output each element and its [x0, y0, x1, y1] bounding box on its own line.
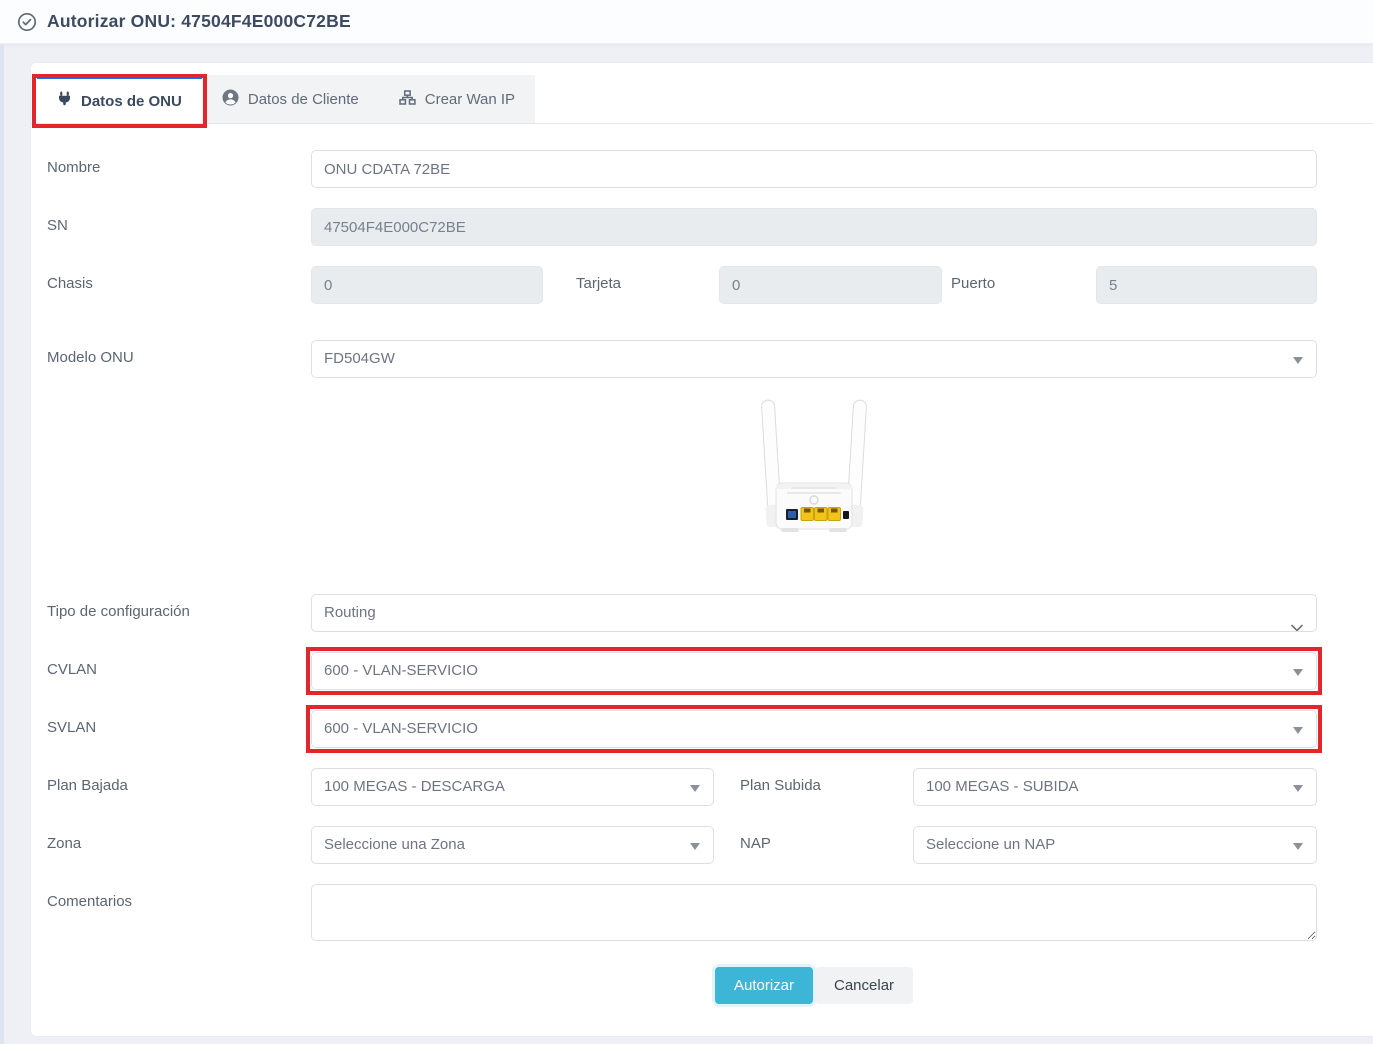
plan-bajada-label: Plan Bajada	[47, 768, 311, 794]
row-planes: Plan Bajada 100 MEGAS - DESCARGA Plan Su…	[47, 768, 1317, 806]
svlan-dropdown[interactable]: 600 - VLAN-SERVICIO	[311, 710, 1317, 748]
svlan-label: SVLAN	[47, 710, 311, 736]
tipo-configuracion-value: Routing	[324, 604, 376, 621]
sitemap-icon	[399, 90, 416, 109]
svlan-value: 600 - VLAN-SERVICIO	[324, 720, 478, 737]
caret-down-icon	[1293, 843, 1303, 850]
tab-label: Datos de Cliente	[248, 91, 359, 108]
cvlan-value: 600 - VLAN-SERVICIO	[324, 662, 478, 679]
sn-input	[311, 208, 1317, 246]
page-title: Autorizar ONU: 47504F4E000C72BE	[47, 11, 351, 32]
autorizar-button[interactable]: Autorizar	[715, 967, 813, 1004]
row-tipo-configuracion: Tipo de configuración Routing	[47, 594, 1317, 632]
cvlan-label: CVLAN	[47, 652, 311, 678]
plan-bajada-value: 100 MEGAS - DESCARGA	[324, 778, 505, 795]
puerto-input	[1096, 266, 1317, 304]
plan-subida-dropdown[interactable]: 100 MEGAS - SUBIDA	[913, 768, 1317, 806]
plan-subida-value: 100 MEGAS - SUBIDA	[926, 778, 1079, 795]
cvlan-dropdown[interactable]: 600 - VLAN-SERVICIO	[311, 652, 1317, 690]
plan-subida-label: Plan Subida	[714, 768, 913, 794]
person-circle-icon	[222, 89, 239, 110]
nombre-input[interactable]	[311, 150, 1317, 188]
nap-dropdown[interactable]: Seleccione un NAP	[913, 826, 1317, 864]
row-nombre: Nombre	[47, 150, 1317, 188]
nap-label: NAP	[714, 826, 913, 852]
plan-bajada-dropdown[interactable]: 100 MEGAS - DESCARGA	[311, 768, 714, 806]
row-sn: SN	[47, 208, 1317, 246]
tarjeta-input	[719, 266, 942, 304]
row-cvlan: CVLAN 600 - VLAN-SERVICIO	[47, 652, 1317, 690]
sn-label: SN	[47, 208, 311, 234]
zona-label: Zona	[47, 826, 311, 852]
nap-placeholder: Seleccione un NAP	[926, 836, 1055, 853]
onu-form: Nombre SN Chasis Tarjeta Puerto Modelo O…	[31, 124, 1373, 1004]
row-modelo: Modelo ONU FD504GW	[47, 340, 1317, 378]
row-zona-nap: Zona Seleccione una Zona NAP Seleccione …	[47, 826, 1317, 864]
tipo-configuracion-label: Tipo de configuración	[47, 594, 311, 620]
caret-down-icon	[690, 785, 700, 792]
tarjeta-label: Tarjeta	[543, 266, 719, 292]
tipo-configuracion-select[interactable]: Routing	[311, 594, 1317, 632]
form-actions: Autorizar Cancelar	[311, 967, 1317, 1004]
caret-down-icon	[690, 843, 700, 850]
zona-dropdown[interactable]: Seleccione una Zona	[311, 826, 714, 864]
comentarios-textarea[interactable]	[311, 884, 1317, 941]
row-svlan: SVLAN 600 - VLAN-SERVICIO	[47, 710, 1317, 748]
cancelar-button[interactable]: Cancelar	[815, 967, 913, 1004]
tab-label: Datos de ONU	[81, 93, 182, 110]
tab-crear-wan-ip[interactable]: Crear Wan IP	[379, 75, 535, 123]
row-chasis-tarjeta-puerto: Chasis Tarjeta Puerto	[47, 266, 1317, 304]
tab-bar: Datos de ONU Datos de Cliente Crear Wan …	[31, 63, 1373, 124]
authorize-onu-card: Datos de ONU Datos de Cliente Crear Wan …	[30, 62, 1373, 1037]
tab-label: Crear Wan IP	[425, 91, 515, 108]
chasis-label: Chasis	[47, 266, 311, 292]
caret-down-icon	[1293, 727, 1303, 734]
modelo-onu-label: Modelo ONU	[47, 340, 311, 366]
modelo-onu-value: FD504GW	[324, 350, 395, 367]
nombre-label: Nombre	[47, 150, 311, 176]
modelo-onu-dropdown[interactable]: FD504GW	[311, 340, 1317, 378]
tab-datos-de-cliente[interactable]: Datos de Cliente	[202, 75, 379, 123]
onu-router-image	[729, 397, 899, 544]
tab-datos-de-onu[interactable]: Datos de ONU	[37, 75, 202, 123]
page-header: Autorizar ONU: 47504F4E000C72BE	[0, 0, 1373, 44]
row-comentarios: Comentarios	[47, 884, 1317, 941]
puerto-label: Puerto	[942, 266, 1096, 292]
chasis-input	[311, 266, 543, 304]
zona-placeholder: Seleccione una Zona	[324, 836, 465, 853]
chevron-down-icon	[1291, 610, 1303, 632]
router-image-row	[311, 397, 1317, 544]
plug-icon	[57, 91, 72, 111]
caret-down-icon	[1293, 785, 1303, 792]
caret-down-icon	[1293, 669, 1303, 676]
caret-down-icon	[1293, 357, 1303, 364]
check-circle-icon	[17, 12, 37, 32]
comentarios-label: Comentarios	[47, 884, 311, 910]
